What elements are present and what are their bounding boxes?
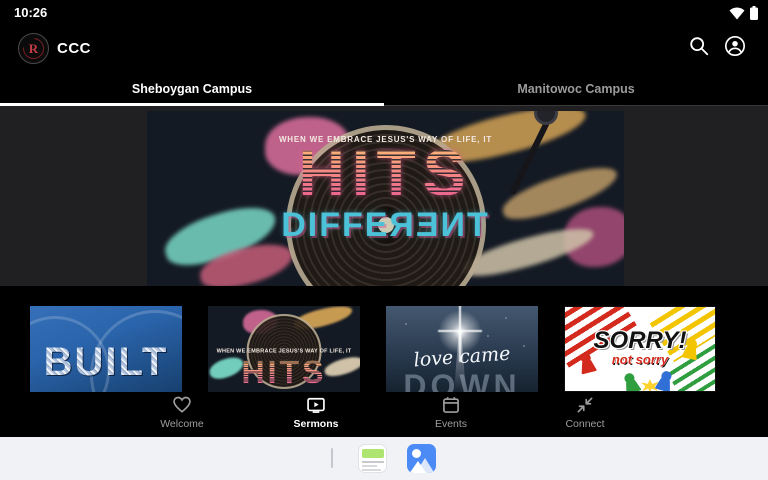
heart-icon (173, 396, 191, 413)
nav-item-sermons[interactable]: Sermons (274, 395, 358, 430)
series-thumbnail-sorry-not-sorry[interactable]: SORRY! not sorry (564, 306, 716, 392)
nav-label: Sermons (293, 418, 339, 430)
campus-tabs: Sheboygan Campus Manitowoc Campus (0, 72, 768, 106)
notes-app-icon[interactable] (358, 444, 387, 473)
search-icon[interactable] (688, 35, 710, 57)
logo-ring (18, 33, 49, 64)
sorry-title: SORRY! (593, 327, 687, 354)
app-bar: R CCC (0, 26, 768, 72)
taskbar-divider (331, 448, 333, 468)
android-taskbar (0, 437, 768, 480)
status-time: 10:26 (14, 5, 48, 20)
app-logo: R (18, 33, 49, 64)
bottom-navigation: Welcome Sermons Events Connect (0, 392, 768, 437)
app-screen: 10:26 R CCC Sheboygan Campus Manitowoc C… (0, 0, 768, 480)
app-art (362, 461, 384, 463)
app-art (362, 449, 384, 458)
nav-label: Welcome (160, 418, 204, 430)
converging-arrows-icon (577, 397, 593, 413)
hero-sermon-banner[interactable]: WHEN WE EMBRACE JESUS'S WAY OF LIFE, IT … (147, 111, 624, 286)
app-title: CCC (57, 40, 91, 57)
hero-title-different: DIFFEЯƎИT (281, 206, 490, 244)
app-art (362, 469, 381, 471)
account-icon[interactable] (724, 35, 746, 57)
mini-hero-art: WHEN WE EMBRACE JESUS'S WAY OF LIFE, IT … (208, 306, 360, 392)
smart-display-icon (307, 397, 325, 413)
app-art (409, 461, 427, 473)
built-title: BUILT (30, 342, 182, 382)
app-art (412, 449, 421, 458)
app-art (362, 465, 377, 467)
mini-title-hits: HITS (208, 356, 360, 388)
nav-item-events[interactable]: Events (409, 395, 493, 430)
hero-section: WHEN WE EMBRACE JESUS'S WAY OF LIFE, IT … (0, 106, 768, 286)
nav-item-welcome[interactable]: Welcome (140, 395, 224, 430)
game-pawn-green (620, 371, 641, 392)
nav-label: Events (434, 418, 468, 430)
tab-manitowoc-campus[interactable]: Manitowoc Campus (384, 72, 768, 105)
gallery-app-icon[interactable] (407, 444, 436, 473)
not-sorry-subtitle: not sorry (611, 352, 669, 367)
series-thumbnail-hits-different[interactable]: WHEN WE EMBRACE JESUS'S WAY OF LIFE, IT … (208, 306, 360, 392)
hero-title-hits: HITS (147, 141, 624, 205)
nav-item-connect[interactable]: Connect (543, 395, 627, 430)
wifi-icon (729, 7, 745, 19)
series-thumbnail-built[interactable]: BUILT (30, 306, 182, 392)
nav-label: Connect (565, 418, 605, 430)
battery-icon (750, 6, 758, 20)
game-pawn-blue (655, 369, 676, 392)
calendar-icon (443, 397, 459, 413)
status-bar: 10:26 (0, 0, 768, 26)
series-thumbnail-love-came-down[interactable]: DOWN love came (386, 306, 538, 392)
tab-sheboygan-campus[interactable]: Sheboygan Campus (0, 72, 384, 105)
status-icons (729, 6, 758, 20)
